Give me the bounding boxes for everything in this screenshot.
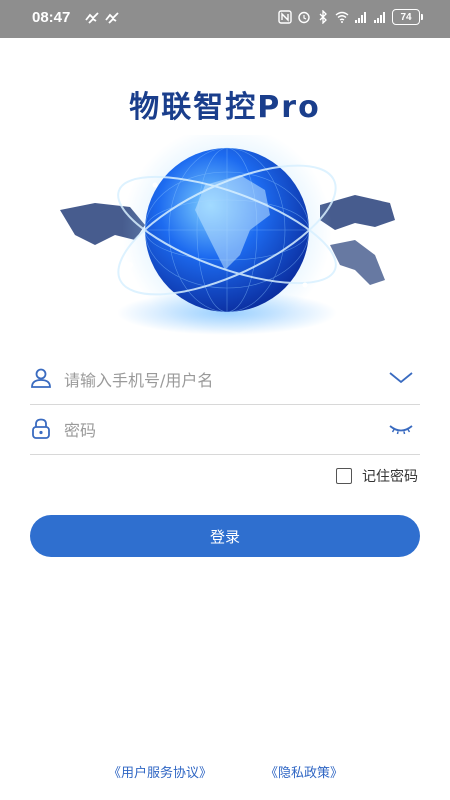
terms-link[interactable]: 《用户服务协议》: [108, 762, 212, 781]
status-bar: 08:47 74: [0, 0, 450, 38]
remember-label: 记住密码: [362, 469, 418, 485]
status-time: 08:47: [32, 9, 71, 26]
privacy-link[interactable]: 《隐私政策》: [265, 762, 343, 781]
nfc-icon: [278, 10, 292, 24]
globe-icon: [60, 125, 395, 335]
battery-icon: 74: [392, 9, 423, 25]
globe-illustration: [55, 125, 400, 340]
login-button[interactable]: 登录: [30, 515, 420, 557]
app-title: 物联智控Pro: [129, 90, 321, 125]
user-icon: [31, 368, 51, 388]
username-field[interactable]: 请输入手机号/用户名: [30, 355, 420, 405]
app-badge-icon: [85, 12, 99, 24]
password-placeholder: 密码: [64, 421, 97, 440]
app-badge-icon: [105, 12, 119, 24]
remember-checkbox[interactable]: [336, 468, 352, 484]
password-field[interactable]: 密码: [30, 405, 420, 455]
lock-icon: [32, 418, 50, 439]
bluetooth-icon: [319, 10, 327, 24]
wifi-icon: [335, 11, 349, 23]
eye-closed-icon[interactable]: [388, 417, 414, 439]
alarm-icon: [298, 11, 310, 24]
chevron-down-icon[interactable]: [388, 367, 414, 389]
remember-password[interactable]: 记住密码: [336, 466, 418, 486]
signal-5g-icon: [374, 12, 385, 23]
username-placeholder: 请输入手机号/用户名: [64, 371, 214, 390]
signal-5g-icon: [355, 12, 366, 23]
battery-level: 74: [400, 11, 412, 23]
